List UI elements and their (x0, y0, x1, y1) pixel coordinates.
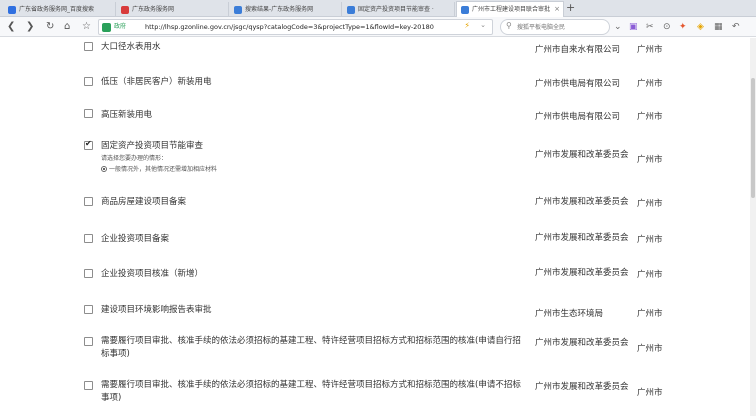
list-item: 需要履行项目审批、核准手续的依法必须招标的基建工程、特许经营项目招标方式和招标范… (0, 379, 756, 413)
list-item: 需要履行项目审批、核准手续的依法必须招标的基建工程、特许经营项目招标方式和招标范… (0, 335, 756, 369)
item-checkbox[interactable] (84, 269, 93, 278)
list-item: 高压新装用电 广州市供电局有限公司 广州市 (0, 109, 756, 137)
item-option-label: 一般情况外，其他情况还需增加相应材料 (109, 166, 218, 173)
item-checkbox[interactable] (84, 337, 93, 346)
item-department: 广州市发展和改革委员会 (535, 233, 629, 243)
item-checkbox[interactable] (84, 42, 93, 51)
tab-label: 搜索结果-广东政务服务网 (245, 6, 314, 13)
search-icon: ⚲ (506, 21, 512, 30)
item-city: 广州市 (637, 45, 663, 55)
shield-extension-icon[interactable]: ◈ (697, 20, 704, 34)
page-scrollbar[interactable] (750, 38, 756, 416)
item-city: 广州市 (637, 235, 663, 245)
url-text[interactable]: http://lhsp.gzonline.gov.cn/jsgc/qysp?ca… (145, 20, 445, 34)
scrollbar-thumb[interactable] (751, 78, 755, 198)
service-list: 大口径水表用水 广州市自来水有限公司 广州市 低压（非居民客户）新装用电 广州市… (0, 38, 756, 416)
baidu-favicon-icon (8, 6, 16, 14)
tab-gz-joint-approval[interactable]: 广州市工程建设项目联合审批 × (456, 1, 564, 17)
lightning-icon[interactable]: ⚡ (464, 21, 470, 30)
scissors-icon[interactable]: ✂ (646, 20, 654, 34)
item-title: 企业投资项目核准（新增） (101, 269, 204, 279)
item-department: 广州市自来水有限公司 (535, 45, 621, 55)
item-city: 广州市 (637, 199, 663, 209)
item-title: 需要履行项目审批、核准手续的依法必须招标的基建工程、特许经营项目招标方式和招标范… (101, 380, 521, 403)
item-department: 广州市发展和改革委员会 (535, 197, 629, 207)
apps-grid-icon[interactable]: ▦ (714, 20, 723, 34)
list-item: 固定资产投资项目节能审查 请选择您要办理的情形： 一般情况外，其他情况还需增加相… (0, 138, 756, 180)
tab-gd-gov-service[interactable]: 广东政务服务网 (117, 2, 229, 17)
item-title: 商品房屋建设项目备案 (101, 197, 187, 207)
item-department: 广州市生态环境局 (535, 309, 604, 319)
list-item: 低压（非居民客户）新装用电 广州市供电局有限公司 广州市 (0, 74, 756, 102)
undo-icon[interactable]: ↶ (732, 20, 740, 34)
item-title: 大口径水表用水 (101, 42, 161, 52)
back-icon[interactable]: ❮ (7, 20, 15, 34)
item-checkbox[interactable] (84, 381, 93, 390)
tab-close-icon[interactable]: × (554, 2, 560, 17)
search-input[interactable] (517, 21, 607, 33)
browser-toolbar: ❮ ❯ ↻ ⌂ ☆ 政府 http://lhsp.gzonline.gov.cn… (0, 17, 756, 37)
home-icon[interactable]: ⌂ (64, 20, 70, 34)
item-department: 广州市供电局有限公司 (535, 79, 621, 89)
bookmark-star-icon[interactable]: ☆ (82, 20, 91, 34)
tab-label: 固定资产投资项目节能审查 · (358, 6, 434, 13)
tab-energy-review[interactable]: 固定资产投资项目节能审查 · (343, 2, 455, 17)
search-box[interactable]: ⚲ (500, 19, 610, 35)
item-checkbox[interactable] (84, 139, 93, 150)
page-favicon-icon (347, 6, 355, 14)
reload-icon[interactable]: ↻ (46, 20, 54, 34)
item-title: 企业投资项目备案 (101, 234, 170, 244)
item-department: 广州市发展和改革委员会 (535, 338, 629, 348)
item-city: 广州市 (637, 155, 663, 165)
item-title: 需要履行项目审批、核准手续的依法必须招标的基建工程、特许经营项目招标方式和招标范… (101, 336, 521, 359)
item-checkbox[interactable] (84, 109, 93, 118)
item-checkbox[interactable] (84, 305, 93, 314)
list-item: 企业投资项目备案 广州市发展和改革委员会 广州市 (0, 232, 756, 262)
item-title: 低压（非居民客户）新装用电 (101, 77, 212, 87)
page-favicon-icon (234, 6, 242, 14)
item-checkbox[interactable] (84, 197, 93, 206)
item-hint: 请选择您要办理的情形： (101, 155, 168, 162)
item-checkbox[interactable] (84, 234, 93, 243)
tab-bar: 广东省政务服务网_百度搜索 广东政务服务网 搜索结果-广东政务服务网 固定资产投… (0, 0, 756, 17)
item-city: 广州市 (637, 344, 663, 354)
list-item: 建设项目环境影响报告表审批 广州市生态环境局 广州市 (0, 303, 756, 325)
item-city: 广州市 (637, 79, 663, 89)
list-item: 大口径水表用水 广州市自来水有限公司 广州市 (0, 38, 756, 66)
item-option[interactable]: 一般情况外，其他情况还需增加相应材料 (101, 165, 217, 174)
new-tab-button[interactable]: + (566, 1, 575, 15)
item-department: 广州市发展和改革委员会 (535, 382, 629, 392)
tab-search-results[interactable]: 搜索结果-广东政务服务网 (230, 2, 342, 17)
chevron-down-icon[interactable]: ⌄ (480, 21, 486, 29)
tab-label: 广东省政务服务网_百度搜索 (19, 6, 95, 13)
item-city: 广州市 (637, 388, 663, 398)
item-title: 建设项目环境影响报告表审批 (101, 305, 212, 315)
item-city: 广州市 (637, 270, 663, 280)
item-city: 广州市 (637, 309, 663, 319)
game-controller-icon[interactable]: ✦ (679, 20, 687, 34)
item-title: 固定资产投资项目节能审查 (101, 141, 204, 151)
search-dropdown-icon[interactable]: ⌄ (614, 20, 622, 34)
list-item: 商品房屋建设项目备案 广州市发展和改革委员会 广州市 (0, 196, 756, 226)
gov-shield-icon (102, 23, 111, 32)
tab-baidu-search[interactable]: 广东省政务服务网_百度搜索 (4, 2, 116, 17)
address-bar[interactable]: 政府 http://lhsp.gzonline.gov.cn/jsgc/qysp… (98, 19, 493, 35)
item-department: 广州市发展和改革委员会 (535, 268, 629, 278)
item-department: 广州市发展和改革委员会 (535, 150, 629, 160)
forward-icon[interactable]: ❯ (26, 20, 34, 34)
item-city: 广州市 (637, 112, 663, 122)
tab-label: 广州市工程建设项目联合审批 (472, 6, 551, 13)
gd-gov-favicon-icon (121, 6, 129, 14)
item-department: 广州市供电局有限公司 (535, 112, 621, 122)
item-title: 高压新装用电 (101, 110, 153, 120)
gov-badge: 政府 (114, 23, 127, 30)
tab-label: 广东政务服务网 (132, 6, 175, 13)
extension-icon[interactable]: ▣ (629, 20, 638, 34)
list-item: 企业投资项目核准（新增） 广州市发展和改革委员会 广州市 (0, 267, 756, 297)
page-favicon-icon (461, 6, 469, 14)
item-checkbox[interactable] (84, 77, 93, 86)
translate-icon[interactable]: ⊙ (663, 20, 671, 34)
radio-selected-icon[interactable] (101, 166, 107, 172)
